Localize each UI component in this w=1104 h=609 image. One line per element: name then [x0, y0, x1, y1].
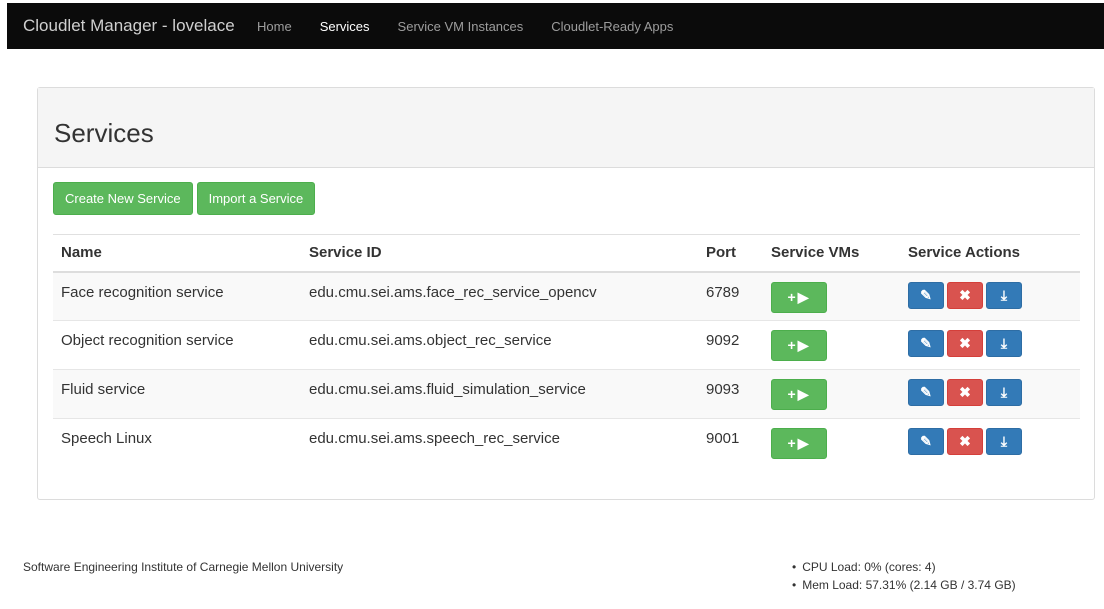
import-service-button[interactable]: Import a Service: [196, 182, 316, 215]
export-service-button[interactable]: ⤓: [986, 428, 1022, 455]
app-brand[interactable]: Cloudlet Manager - lovelace: [7, 16, 257, 36]
service-actions-group: ✎ ✖ ⤓: [908, 428, 1072, 455]
download-icon: ⤓: [1000, 433, 1008, 449]
edit-icon: ✎: [920, 384, 932, 400]
header-service-actions: Service Actions: [900, 234, 1080, 273]
cell-service-id: edu.cmu.sei.ams.fluid_simulation_service: [301, 369, 698, 419]
nav-cloudlet-ready-apps[interactable]: Cloudlet-Ready Apps: [551, 19, 673, 34]
nav-service-vm-instances[interactable]: Service VM Instances: [398, 19, 524, 34]
export-service-button[interactable]: ⤓: [986, 281, 1022, 309]
plus-play-icon: +▶: [787, 435, 811, 451]
cpu-load-stat: CPU Load: 0% (cores: 4): [792, 560, 1016, 578]
cell-name: Fluid service: [53, 369, 301, 419]
delete-x-icon: ✖: [959, 286, 971, 303]
cell-name: Speech Linux: [53, 418, 301, 468]
mem-load-stat: Mem Load: 57.31% (2.14 GB / 3.74 GB): [792, 578, 1015, 596]
cell-port: 6789: [698, 271, 763, 321]
export-service-button[interactable]: ⤓: [986, 379, 1022, 406]
cell-name: Face recognition service: [53, 271, 301, 321]
edit-service-button[interactable]: ✎: [908, 281, 944, 309]
top-navbar: Cloudlet Manager - lovelace Home Service…: [7, 3, 1104, 49]
table-row: Speech Linux edu.cmu.sei.ams.speech_rec_…: [53, 418, 1080, 468]
delete-service-button[interactable]: ✖: [947, 281, 983, 309]
footer-system-stats: CPU Load: 0% (cores: 4) Mem Load: 57.31%…: [792, 560, 1016, 596]
edit-icon: ✎: [920, 286, 932, 303]
header-service-vms: Service VMs: [763, 234, 900, 273]
services-panel: Services Create New Service Import a Ser…: [37, 87, 1095, 500]
delete-service-button[interactable]: ✖: [947, 330, 983, 357]
panel-heading: Services: [38, 88, 1094, 168]
footer-institute: Software Engineering Institute of Carneg…: [23, 560, 344, 574]
edit-icon: ✎: [920, 335, 932, 351]
nav-home[interactable]: Home: [257, 19, 292, 34]
start-vm-button[interactable]: +▶: [771, 379, 827, 410]
cell-service-id: edu.cmu.sei.ams.speech_rec_service: [301, 418, 698, 468]
table-row: Object recognition service edu.cmu.sei.a…: [53, 320, 1080, 370]
start-vm-button[interactable]: +▶: [771, 281, 827, 313]
header-service-id: Service ID: [301, 234, 698, 273]
header-name: Name: [53, 234, 301, 273]
delete-service-button[interactable]: ✖: [947, 428, 983, 455]
plus-play-icon: +▶: [787, 288, 811, 305]
table-row: Face recognition service edu.cmu.sei.ams…: [53, 271, 1080, 321]
cell-port: 9092: [698, 320, 763, 370]
start-vm-button[interactable]: +▶: [771, 428, 827, 459]
start-vm-button[interactable]: +▶: [771, 330, 827, 361]
export-service-button[interactable]: ⤓: [986, 330, 1022, 357]
nav-services[interactable]: Services: [320, 19, 370, 34]
download-icon: ⤓: [1000, 384, 1008, 400]
plus-play-icon: +▶: [787, 337, 811, 353]
table-header-row: Name Service ID Port Service VMs Service…: [53, 234, 1080, 273]
service-actions-group: ✎ ✖ ⤓: [908, 330, 1072, 357]
table-row: Fluid service edu.cmu.sei.ams.fluid_simu…: [53, 369, 1080, 419]
delete-service-button[interactable]: ✖: [947, 379, 983, 406]
services-table: Name Service ID Port Service VMs Service…: [53, 234, 1080, 468]
edit-service-button[interactable]: ✎: [908, 428, 944, 455]
cell-port: 9001: [698, 418, 763, 468]
page-title: Services: [54, 118, 154, 148]
download-icon: ⤓: [1000, 335, 1008, 351]
cell-service-id: edu.cmu.sei.ams.object_rec_service: [301, 320, 698, 370]
cell-service-id: edu.cmu.sei.ams.face_rec_service_opencv: [301, 271, 698, 321]
plus-play-icon: +▶: [787, 386, 811, 402]
header-port: Port: [698, 234, 763, 273]
service-actions-group: ✎ ✖ ⤓: [908, 379, 1072, 406]
service-actions-group: ✎ ✖ ⤓: [908, 281, 1072, 309]
edit-icon: ✎: [920, 433, 932, 449]
download-icon: ⤓: [1000, 286, 1008, 303]
delete-x-icon: ✖: [959, 433, 971, 449]
cell-name: Object recognition service: [53, 320, 301, 370]
create-new-service-button[interactable]: Create New Service: [53, 182, 193, 215]
edit-service-button[interactable]: ✎: [908, 379, 944, 406]
delete-x-icon: ✖: [959, 384, 971, 400]
cell-port: 9093: [698, 369, 763, 419]
edit-service-button[interactable]: ✎: [908, 330, 944, 357]
delete-x-icon: ✖: [959, 335, 971, 351]
action-button-row: Create New Service Import a Service: [53, 182, 316, 215]
